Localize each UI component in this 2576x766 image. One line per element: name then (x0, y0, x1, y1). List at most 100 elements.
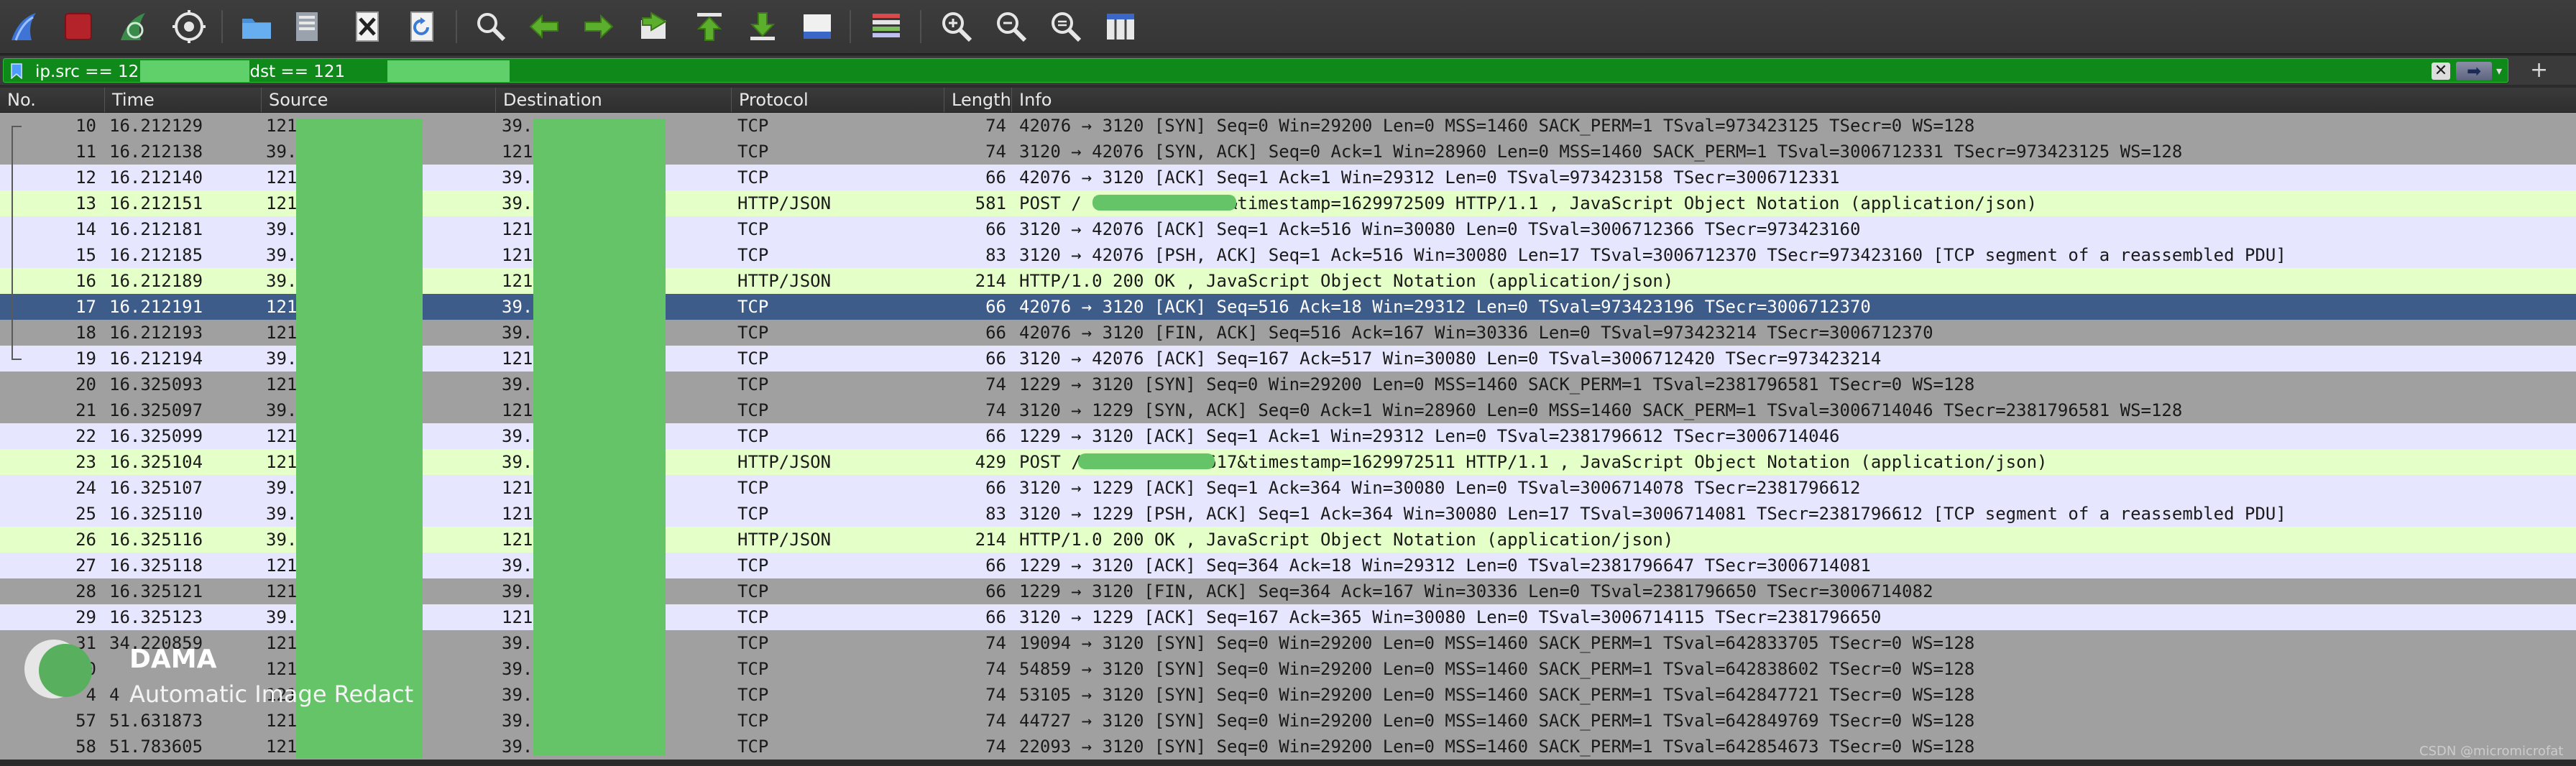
packet-number: 57 (75, 711, 96, 731)
packet-protocol: TCP (737, 711, 769, 731)
stop-capture-icon[interactable] (59, 7, 98, 46)
packet-info: POST / 1?nonce=591617&timestamp=16299725… (1019, 452, 2048, 472)
packet-info: 3120 → 1229 [SYN, ACK] Seq=0 Ack=1 Win=2… (1019, 400, 2183, 420)
conversation-bracket (12, 126, 23, 359)
packet-length: 74 (985, 711, 1006, 731)
find-packet-icon[interactable] (472, 7, 510, 46)
column-header-info[interactable]: Info (1012, 88, 2576, 112)
zoom-in-icon[interactable] (937, 7, 976, 46)
close-file-icon[interactable] (348, 7, 387, 46)
apply-filter-arrow-icon[interactable]: ➡ (2456, 62, 2492, 80)
packet-time: 16.212189 (109, 271, 203, 291)
packet-protocol: TCP (737, 297, 769, 317)
autoscroll-icon[interactable] (798, 7, 837, 46)
packet-length: 66 (985, 167, 1006, 188)
column-header-protocol[interactable]: Protocol (732, 88, 944, 112)
go-back-icon[interactable] (525, 7, 564, 46)
packet-length: 66 (985, 349, 1006, 369)
open-file-icon[interactable] (237, 7, 276, 46)
packet-length: 66 (985, 555, 1006, 576)
zoom-out-icon[interactable] (992, 7, 1031, 46)
packet-time: 16.325121 (109, 581, 203, 601)
packet-protocol: TCP (737, 555, 769, 576)
packet-info: 3120 → 42076 [ACK] Seq=1 Ack=516 Win=300… (1019, 219, 1861, 239)
capture-options-icon[interactable] (170, 7, 208, 46)
packet-protocol: HTTP/JSON (737, 193, 832, 213)
packet-protocol: TCP (737, 349, 769, 369)
toolbar-separator (221, 10, 223, 43)
go-forward-icon[interactable] (579, 7, 618, 46)
column-header-destination[interactable]: Destination (496, 88, 732, 112)
display-filter-bar: ip.src == 121 4 or ip.dst == 121 ✕ ➡ ▾ + (0, 56, 2576, 85)
column-header-no[interactable]: No. (0, 88, 105, 112)
colorize-icon[interactable] (867, 7, 906, 46)
packet-info: 42076 → 3120 [ACK] Seq=1 Ack=1 Win=29312… (1019, 167, 1840, 188)
packet-length: 83 (985, 504, 1006, 524)
packet-protocol: TCP (737, 685, 769, 705)
filter-bookmark-icon[interactable] (9, 63, 24, 79)
redaction-block (1092, 195, 1236, 211)
packet-list-header: No. Time Source Destination Protocol Len… (0, 88, 2576, 113)
packet-info: 44727 → 3120 [SYN] Seq=0 Win=29200 Len=0… (1019, 711, 1975, 731)
packet-length: 66 (985, 297, 1006, 317)
packet-length: 66 (985, 607, 1006, 627)
packet-info: 1229 → 3120 [SYN] Seq=0 Win=29200 Len=0 … (1019, 374, 1975, 394)
packet-number: 58 (75, 737, 96, 757)
column-header-source[interactable]: Source (262, 88, 496, 112)
packet-number: 28 (75, 581, 96, 601)
packet-protocol: HTTP/JSON (737, 530, 832, 550)
save-file-icon[interactable] (288, 7, 326, 46)
filter-history-dropdown-icon[interactable]: ▾ (2496, 63, 2502, 79)
packet-number: 23 (75, 452, 96, 472)
packet-info: 19094 → 3120 [SYN] Seq=0 Win=29200 Len=0… (1019, 633, 1975, 653)
packet-time: 16.212185 (109, 245, 203, 265)
packet-info: HTTP/1.0 200 OK , JavaScript Object Nota… (1019, 530, 1674, 550)
packet-length: 66 (985, 426, 1006, 446)
first-packet-icon[interactable] (690, 7, 729, 46)
column-header-length[interactable]: Length (944, 88, 1012, 112)
packet-length: 429 (975, 452, 1006, 472)
redaction-block (140, 60, 249, 82)
packet-time: 16.325093 (109, 374, 203, 394)
packet-time: 16.325118 (109, 555, 203, 576)
shark-fin-start-icon[interactable] (6, 7, 45, 46)
add-filter-button-icon[interactable]: + (2530, 57, 2548, 83)
packet-info: POST / ?nonce=0a3c7f&timestamp=162997250… (1019, 193, 2038, 213)
packet-time: 16.212193 (109, 323, 203, 343)
packet-protocol: TCP (737, 116, 769, 136)
packet-length: 74 (985, 737, 1006, 757)
reload-file-icon[interactable] (402, 7, 441, 46)
packet-protocol: TCP (737, 633, 769, 653)
resize-columns-icon[interactable] (1101, 7, 1140, 46)
packet-list: 10 16.212129 121 39. TCP 74 42076 → 3120 [SYN]… (0, 113, 2576, 766)
packet-time: 16.212191 (109, 297, 203, 317)
conversation-bracket (12, 126, 22, 127)
column-header-time[interactable]: Time (105, 88, 262, 112)
packet-time: 16.212181 (109, 219, 203, 239)
last-packet-icon[interactable] (743, 7, 782, 46)
packet-length: 66 (985, 581, 1006, 601)
packet-length: 74 (985, 400, 1006, 420)
go-to-packet-icon[interactable] (635, 7, 674, 46)
packet-protocol: TCP (737, 323, 769, 343)
packet-number: 26 (75, 530, 96, 550)
restart-capture-icon[interactable] (115, 7, 154, 46)
packet-info: 3120 → 42076 [ACK] Seq=167 Ack=517 Win=3… (1019, 349, 1882, 369)
conversation-bracket (12, 359, 22, 360)
packet-length: 66 (985, 323, 1006, 343)
normal-size-icon[interactable] (1046, 7, 1085, 46)
packet-time: 16.325104 (109, 452, 203, 472)
packet-number: 20 (75, 374, 96, 394)
packet-length: 214 (975, 530, 1006, 550)
clear-filter-icon[interactable]: ✕ (2432, 63, 2450, 80)
packet-info: 3120 → 42076 [SYN, ACK] Seq=0 Ack=1 Win=… (1019, 142, 2183, 162)
display-filter-input[interactable]: ip.src == 121 4 or ip.dst == 121 ✕ ➡ ▾ (3, 58, 2508, 83)
packet-protocol: TCP (737, 426, 769, 446)
packet-protocol: TCP (737, 659, 769, 679)
packet-length: 74 (985, 116, 1006, 136)
packet-protocol: HTTP/JSON (737, 452, 832, 472)
packet-length: 581 (975, 193, 1006, 213)
packet-time: 16.325110 (109, 504, 203, 524)
packet-protocol: TCP (737, 478, 769, 498)
packet-time: 16.212140 (109, 167, 203, 188)
